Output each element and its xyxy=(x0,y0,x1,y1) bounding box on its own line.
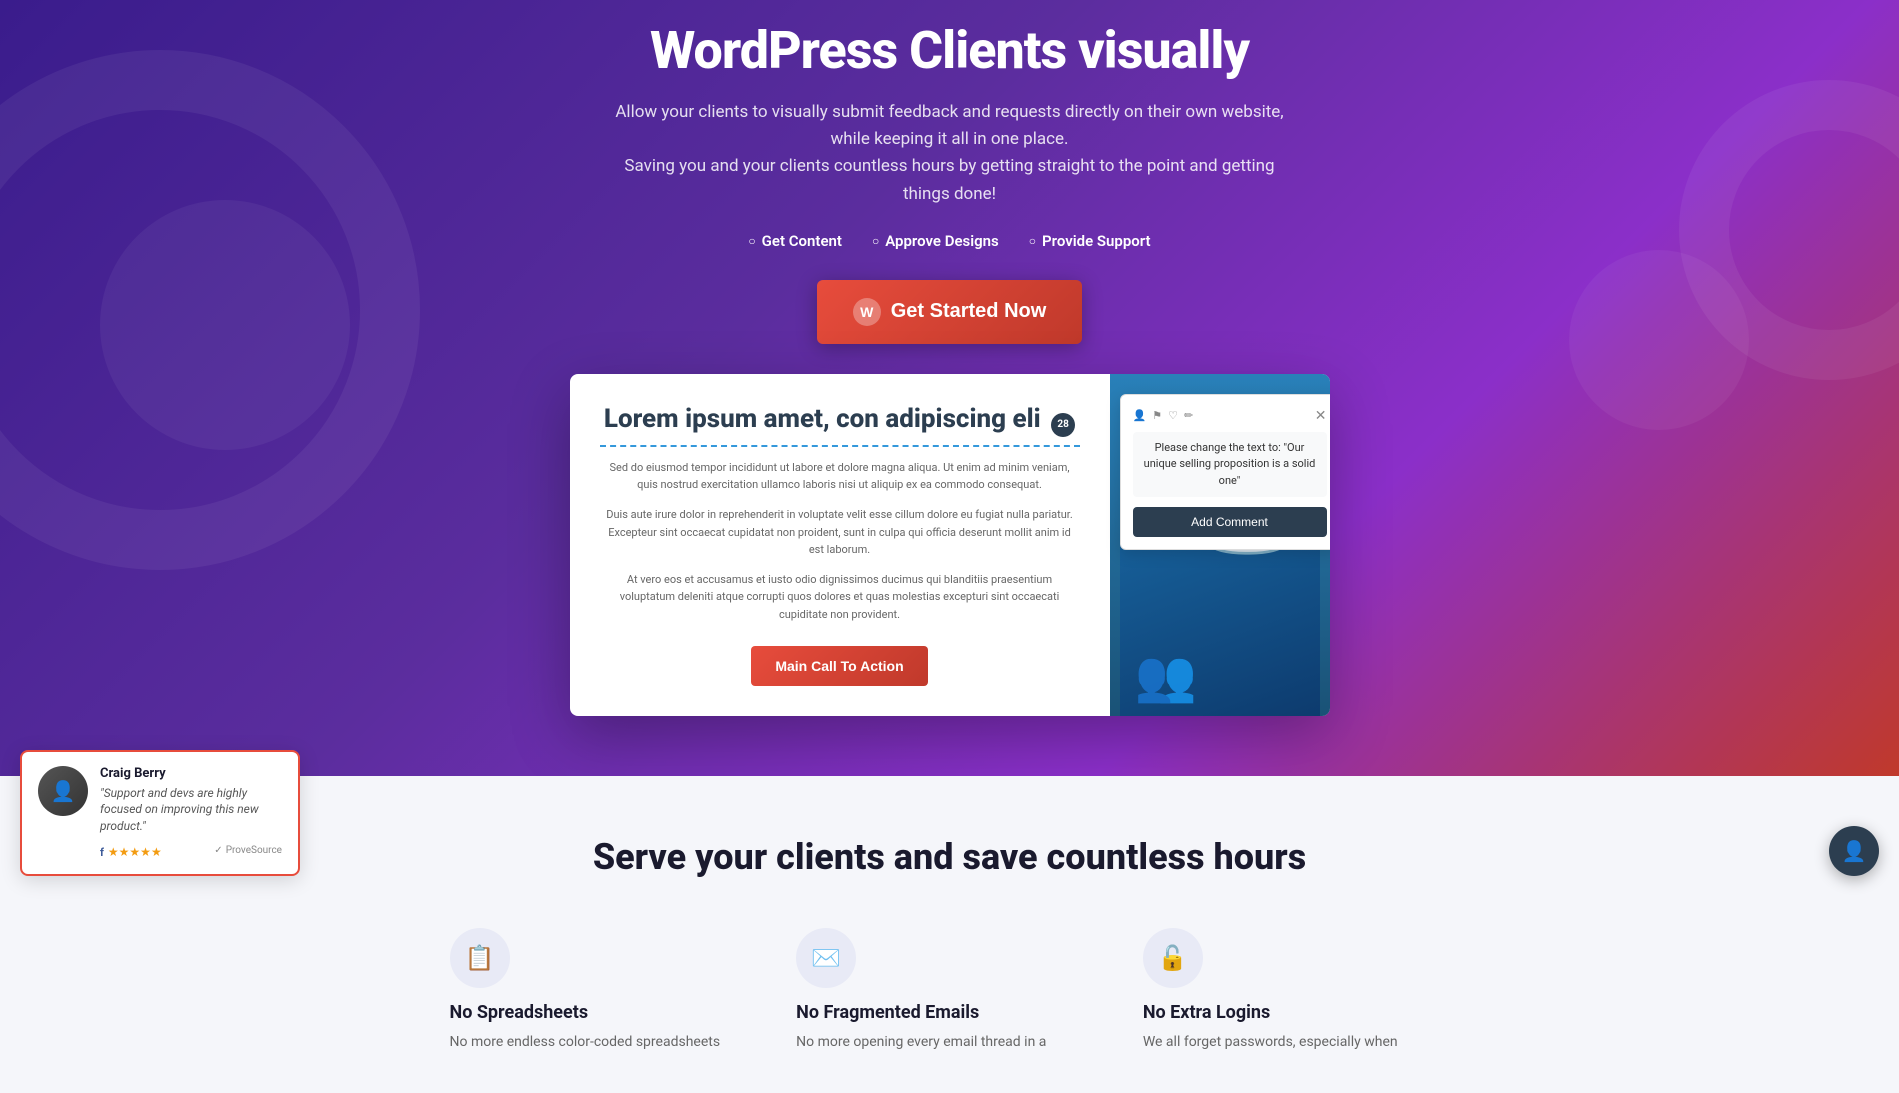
comment-icons: 👤 ⚑ ♡ ✏ xyxy=(1133,409,1194,422)
email-icon: ✉️ xyxy=(796,928,856,988)
decorative-circle-right2 xyxy=(1569,250,1749,430)
main-cta-button[interactable]: Main Call To Action xyxy=(751,646,927,686)
feature-no-emails: ✉️ No Fragmented Emails No more opening … xyxy=(796,928,1103,1053)
comment-popup-header: 👤 ⚑ ♡ ✏ ✕ xyxy=(1133,407,1327,424)
feature-no-logins: 🔓 No Extra Logins We all forget password… xyxy=(1143,928,1450,1053)
feature-approve-designs: Approve Designs xyxy=(872,232,999,250)
hero-section: WordPress Clients visually Allow your cl… xyxy=(0,0,1899,776)
wp-logo-icon: W xyxy=(853,298,881,326)
hero-subtitle: Allow your clients to visually submit fe… xyxy=(600,99,1300,208)
feature-desc-emails: No more opening every email thread in a xyxy=(796,1031,1046,1053)
feature-no-spreadsheets: 📋 No Spreadsheets No more endless color-… xyxy=(450,928,757,1053)
preview-para1: Sed do eiusmod tempor incididunt ut labo… xyxy=(600,459,1080,494)
star-rating: ★★★★★ xyxy=(108,845,162,859)
comment-badge: 28 xyxy=(1051,413,1075,437)
preview-para2: Duis aute irure dolor in reprehenderit i… xyxy=(600,506,1080,559)
testimonial-footer: f ★★★★★ ✓ ProveSource xyxy=(100,841,282,860)
feature-provide-support: Provide Support xyxy=(1029,232,1151,250)
preview-wrapper: Lorem ipsum amet, con adipiscing eli 28 … xyxy=(570,374,1330,716)
features-grid: 📋 No Spreadsheets No more endless color-… xyxy=(450,928,1450,1053)
comment-popup-text: Please change the text to: "Our unique s… xyxy=(1133,432,1327,498)
hero-title: WordPress Clients visually xyxy=(40,20,1859,81)
add-comment-button[interactable]: Add Comment xyxy=(1133,507,1327,537)
testimonial-content: Craig Berry "Support and devs are highly… xyxy=(100,766,282,860)
close-popup-button[interactable]: ✕ xyxy=(1315,407,1327,424)
feature-desc-spreadsheets: No more endless color-coded spreadsheets xyxy=(450,1031,721,1053)
lower-section-title: Serve your clients and save countless ho… xyxy=(100,836,1799,878)
floating-avatar-button[interactable]: 👤 xyxy=(1829,826,1879,876)
testimonial-quote: "Support and devs are highly focused on … xyxy=(100,785,282,835)
preview-heading: Lorem ipsum amet, con adipiscing eli 28 xyxy=(600,404,1080,447)
preview-card: Lorem ipsum amet, con adipiscing eli 28 … xyxy=(570,374,1330,716)
heart-icon: ♡ xyxy=(1168,409,1178,422)
hero-features: Get Content Approve Designs Provide Supp… xyxy=(40,232,1859,250)
flag-icon: ⚑ xyxy=(1152,409,1162,422)
spreadsheet-icon: 📋 xyxy=(450,928,510,988)
feature-get-content: Get Content xyxy=(748,232,842,250)
feature-title-spreadsheets: No Spreadsheets xyxy=(450,1002,589,1023)
testimonial-card: 👤 Craig Berry "Support and devs are high… xyxy=(20,750,300,876)
avatar-face: 👤 xyxy=(38,766,88,816)
avatar: 👤 xyxy=(38,766,88,816)
comment-popup: 👤 ⚑ ♡ ✏ ✕ Please change the text to: "Ou… xyxy=(1120,394,1330,551)
prove-source-badge: ✓ ProveSource xyxy=(214,845,282,856)
testimonial-name: Craig Berry xyxy=(100,766,282,781)
get-started-button[interactable]: W Get Started Now xyxy=(817,280,1083,344)
preview-content-area: Lorem ipsum amet, con adipiscing eli 28 … xyxy=(570,374,1110,716)
preview-para3: At vero eos et accusamus et iusto odio d… xyxy=(600,571,1080,624)
login-icon: 🔓 xyxy=(1143,928,1203,988)
people-silhouette-icon: 👥 xyxy=(1135,648,1197,706)
user-icon: 👤 xyxy=(1133,409,1147,422)
edit-icon: ✏ xyxy=(1184,409,1193,422)
feature-desc-logins: We all forget passwords, especially when xyxy=(1143,1031,1398,1053)
feature-title-logins: No Extra Logins xyxy=(1143,1002,1270,1023)
feature-title-emails: No Fragmented Emails xyxy=(796,1002,979,1023)
facebook-icon: f xyxy=(100,846,104,859)
